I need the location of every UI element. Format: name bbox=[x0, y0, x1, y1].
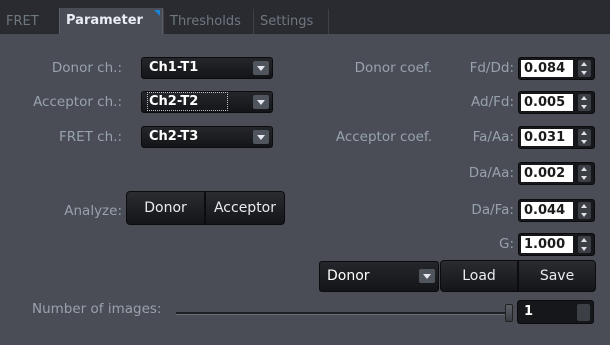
donor-channel-value: Ch1-T1 bbox=[149, 60, 199, 75]
analyze-label: Analyze: bbox=[64, 203, 122, 219]
da-aa-label: Da/Aa: bbox=[468, 165, 514, 181]
spin-arrows-icon[interactable] bbox=[578, 94, 591, 111]
tab-bar: FRET Parameter Thresholds Settings bbox=[0, 0, 610, 34]
preset-select[interactable]: Donor bbox=[319, 261, 439, 292]
fa-aa-value[interactable]: 0.031 bbox=[521, 129, 573, 146]
g-spinbox[interactable]: 1.000 bbox=[518, 233, 595, 256]
chevron-down-icon bbox=[253, 130, 269, 144]
g-value[interactable]: 1.000 bbox=[521, 236, 573, 253]
parameter-panel bbox=[0, 34, 610, 345]
ad-fd-spinbox[interactable]: 0.005 bbox=[518, 91, 595, 114]
acceptor-channel-label: Acceptor ch.: bbox=[33, 94, 122, 110]
fd-dd-label: Fd/Dd: bbox=[469, 60, 514, 76]
tab-thresholds[interactable]: Thresholds bbox=[163, 9, 253, 34]
acceptor-channel-select[interactable]: Ch2-T2 bbox=[141, 91, 273, 113]
donor-coef-label: Donor coef. bbox=[354, 60, 432, 76]
chevron-down-icon bbox=[419, 269, 435, 283]
fd-dd-spinbox[interactable]: 0.084 bbox=[518, 57, 595, 80]
fret-channel-select[interactable]: Ch2-T3 bbox=[141, 126, 273, 148]
donor-channel-label: Donor ch.: bbox=[51, 60, 122, 76]
fa-aa-label: Fa/Aa: bbox=[472, 129, 514, 145]
preset-value: Donor bbox=[327, 268, 370, 284]
chevron-down-icon bbox=[253, 61, 269, 75]
tab-settings[interactable]: Settings bbox=[253, 9, 329, 34]
da-fa-label: Da/Fa: bbox=[471, 202, 514, 218]
ad-fd-value[interactable]: 0.005 bbox=[521, 94, 573, 111]
tab-parameter[interactable]: Parameter bbox=[59, 8, 163, 34]
chevron-down-icon bbox=[253, 95, 269, 109]
spin-arrows-icon[interactable] bbox=[578, 236, 591, 253]
spin-arrows-icon[interactable] bbox=[578, 165, 591, 182]
analyze-acceptor-button[interactable]: Acceptor bbox=[205, 191, 285, 225]
donor-channel-select[interactable]: Ch1-T1 bbox=[141, 57, 273, 79]
da-fa-value[interactable]: 0.044 bbox=[521, 202, 573, 219]
images-slider-track[interactable] bbox=[176, 312, 512, 315]
g-label: G: bbox=[498, 236, 514, 252]
da-fa-spinbox[interactable]: 0.044 bbox=[518, 199, 595, 222]
images-slider-handle[interactable] bbox=[505, 304, 513, 322]
spin-arrows-icon[interactable] bbox=[577, 304, 590, 321]
ad-fd-label: Ad/Fd: bbox=[471, 94, 514, 110]
tab-fret[interactable]: FRET bbox=[0, 9, 59, 34]
load-button[interactable]: Load bbox=[440, 260, 518, 292]
fret-channel-value: Ch2-T3 bbox=[149, 129, 199, 144]
number-of-images-label: Number of images: bbox=[32, 301, 162, 317]
save-button[interactable]: Save bbox=[518, 260, 596, 292]
fd-dd-value[interactable]: 0.084 bbox=[521, 60, 573, 77]
tab-corner-marker bbox=[154, 10, 160, 16]
da-aa-spinbox[interactable]: 0.002 bbox=[518, 162, 595, 185]
spin-arrows-icon[interactable] bbox=[578, 129, 591, 146]
images-spinbox[interactable]: 1 bbox=[517, 300, 594, 324]
spin-arrows-icon[interactable] bbox=[578, 202, 591, 219]
fret-channel-label: FRET ch.: bbox=[58, 129, 122, 145]
acceptor-coef-label: Acceptor coef. bbox=[335, 129, 432, 145]
analyze-donor-button[interactable]: Donor bbox=[126, 191, 205, 225]
images-value[interactable]: 1 bbox=[524, 304, 533, 319]
spin-arrows-icon[interactable] bbox=[578, 60, 591, 77]
da-aa-value[interactable]: 0.002 bbox=[521, 165, 573, 182]
acceptor-channel-value: Ch2-T2 bbox=[146, 92, 229, 111]
fa-aa-spinbox[interactable]: 0.031 bbox=[518, 126, 595, 149]
tab-parameter-label: Parameter bbox=[66, 13, 143, 28]
